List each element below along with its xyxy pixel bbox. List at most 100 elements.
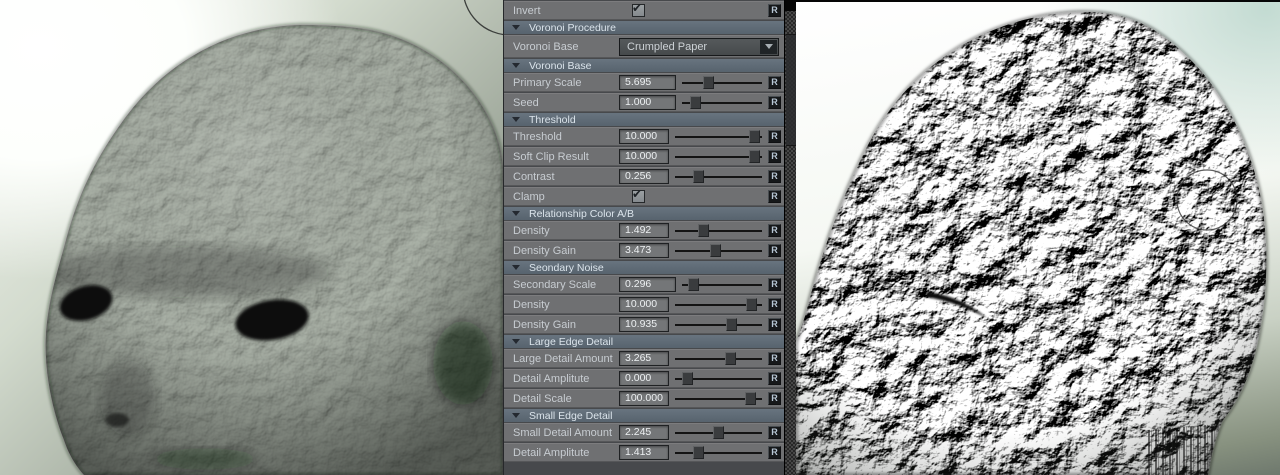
value-field[interactable]: 10.000 [619, 149, 669, 164]
value-field[interactable]: 0.256 [619, 169, 669, 184]
value-field[interactable]: 3.473 [619, 243, 669, 258]
value-field[interactable]: 1.413 [619, 445, 669, 460]
value-field[interactable]: 3.265 [619, 351, 669, 366]
section-label: Threshold [529, 114, 576, 126]
reset-button[interactable]: R [768, 278, 781, 291]
slider[interactable] [675, 128, 762, 145]
panel-scrollbar[interactable] [784, 0, 796, 475]
slider-handle[interactable] [693, 446, 704, 459]
value-field[interactable]: 0.296 [619, 277, 676, 292]
reset-button[interactable]: R [768, 4, 781, 17]
param-row-soft-clip-result: Soft Clip Result10.000R [504, 147, 784, 166]
reset-button[interactable]: R [768, 150, 781, 163]
slider-handle[interactable] [749, 150, 760, 163]
slider[interactable] [675, 168, 762, 185]
slider[interactable] [682, 276, 762, 293]
slider-handle[interactable] [690, 96, 701, 109]
reset-button[interactable]: R [768, 130, 781, 143]
collapse-triangle-icon [512, 63, 520, 68]
slider[interactable] [675, 222, 762, 239]
section-header-voronoi-base-2[interactable]: Voronoi Base [504, 59, 784, 72]
section-header-large-edge-detail[interactable]: Large Edge Detail [504, 335, 784, 348]
scrollbar-handle[interactable] [786, 34, 796, 146]
reset-button[interactable]: R [768, 76, 781, 89]
value-field[interactable]: 10.935 [619, 317, 669, 332]
reset-button[interactable]: R [768, 190, 781, 203]
slider[interactable] [675, 350, 762, 367]
reset-button[interactable]: R [768, 372, 781, 385]
slider-track [675, 176, 762, 178]
value-field[interactable]: 1.000 [619, 95, 676, 110]
reset-button[interactable]: R [768, 96, 781, 109]
slider-handle[interactable] [749, 130, 760, 143]
slider-handle[interactable] [725, 352, 736, 365]
collapse-triangle-icon [512, 25, 520, 30]
slider[interactable] [675, 296, 762, 313]
param-row-density: Density1.492R [504, 221, 784, 240]
viewport-right[interactable] [796, 0, 1280, 475]
param-row-density-gain: Density Gain3.473R [504, 241, 784, 260]
section-header-relationship-color-a-b[interactable]: Relationship Color A/B [504, 207, 784, 220]
neck-streaks [1148, 424, 1217, 475]
param-label: Detail Scale [513, 393, 619, 405]
slider-handle[interactable] [688, 278, 699, 291]
value-field[interactable]: 100.000 [619, 391, 669, 406]
slider[interactable] [675, 424, 762, 441]
reset-button[interactable]: R [768, 392, 781, 405]
reset-button[interactable]: R [768, 446, 781, 459]
checkmark-icon: ✔ [632, 1, 642, 15]
slider[interactable] [682, 74, 762, 91]
value-field[interactable]: 10.000 [619, 297, 669, 312]
slider-handle[interactable] [745, 392, 756, 405]
param-row-detail-scale: Detail Scale100.000 R [504, 389, 784, 408]
value-field[interactable]: 1.492 [619, 223, 669, 238]
section-header-seondary-noise[interactable]: Seondary Noise [504, 261, 784, 274]
param-row-contrast: Contrast0.256R [504, 167, 784, 186]
viewport-left[interactable] [0, 0, 503, 475]
value-field[interactable]: 0.000 [619, 371, 669, 386]
param-label: Threshold [513, 131, 619, 143]
checkbox[interactable]: ✔ [632, 4, 645, 17]
value-field[interactable]: 5.695 [619, 75, 676, 90]
reset-button[interactable]: R [768, 224, 781, 237]
param-row-threshold-2: Threshold10.000 R [504, 127, 784, 146]
slider[interactable] [675, 390, 762, 407]
slider-handle[interactable] [713, 426, 724, 439]
slider[interactable] [675, 242, 762, 259]
section-header-voronoi-procedure[interactable]: Voronoi Procedure [504, 21, 784, 34]
section-header-threshold[interactable]: Threshold [504, 113, 784, 126]
reset-button[interactable]: R [768, 318, 781, 331]
collapse-triangle-icon [512, 211, 520, 216]
value-field[interactable]: 10.000 [619, 129, 669, 144]
param-row-voronoi-base: Voronoi BaseCrumpled Paper [504, 35, 784, 58]
slider[interactable] [675, 148, 762, 165]
section-header-small-edge-detail[interactable]: Small Edge Detail [504, 409, 784, 422]
slider[interactable] [675, 444, 762, 461]
slider-handle[interactable] [726, 318, 737, 331]
param-row-small-detail-amount: Small Detail Amount2.245R [504, 423, 784, 442]
reset-button[interactable]: R [768, 298, 781, 311]
slider[interactable] [682, 94, 762, 111]
slider-handle[interactable] [682, 372, 693, 385]
slider-handle[interactable] [693, 170, 704, 183]
slider-handle[interactable] [746, 298, 757, 311]
slider-handle[interactable] [710, 244, 721, 257]
param-label: Density Gain [513, 319, 619, 331]
reset-button[interactable]: R [768, 352, 781, 365]
reset-button[interactable]: R [768, 426, 781, 439]
value-field[interactable]: 2.245 [619, 425, 669, 440]
reset-button[interactable]: R [768, 170, 781, 183]
checkbox[interactable]: ✔ [632, 190, 645, 203]
section-label: Small Edge Detail [529, 410, 612, 422]
param-row-secondary-scale: Secondary Scale0.296R [504, 275, 784, 294]
slider[interactable] [675, 316, 762, 333]
param-label: Large Detail Amount [513, 353, 619, 365]
slider[interactable] [675, 370, 762, 387]
chevron-down-icon[interactable] [760, 40, 777, 54]
slider-handle[interactable] [703, 76, 714, 89]
voronoi-base-dropdown[interactable]: Crumpled Paper [619, 38, 779, 56]
slider-track [675, 452, 762, 454]
reset-button[interactable]: R [768, 244, 781, 257]
slider-handle[interactable] [698, 224, 709, 237]
param-label: Voronoi Base [513, 41, 619, 53]
